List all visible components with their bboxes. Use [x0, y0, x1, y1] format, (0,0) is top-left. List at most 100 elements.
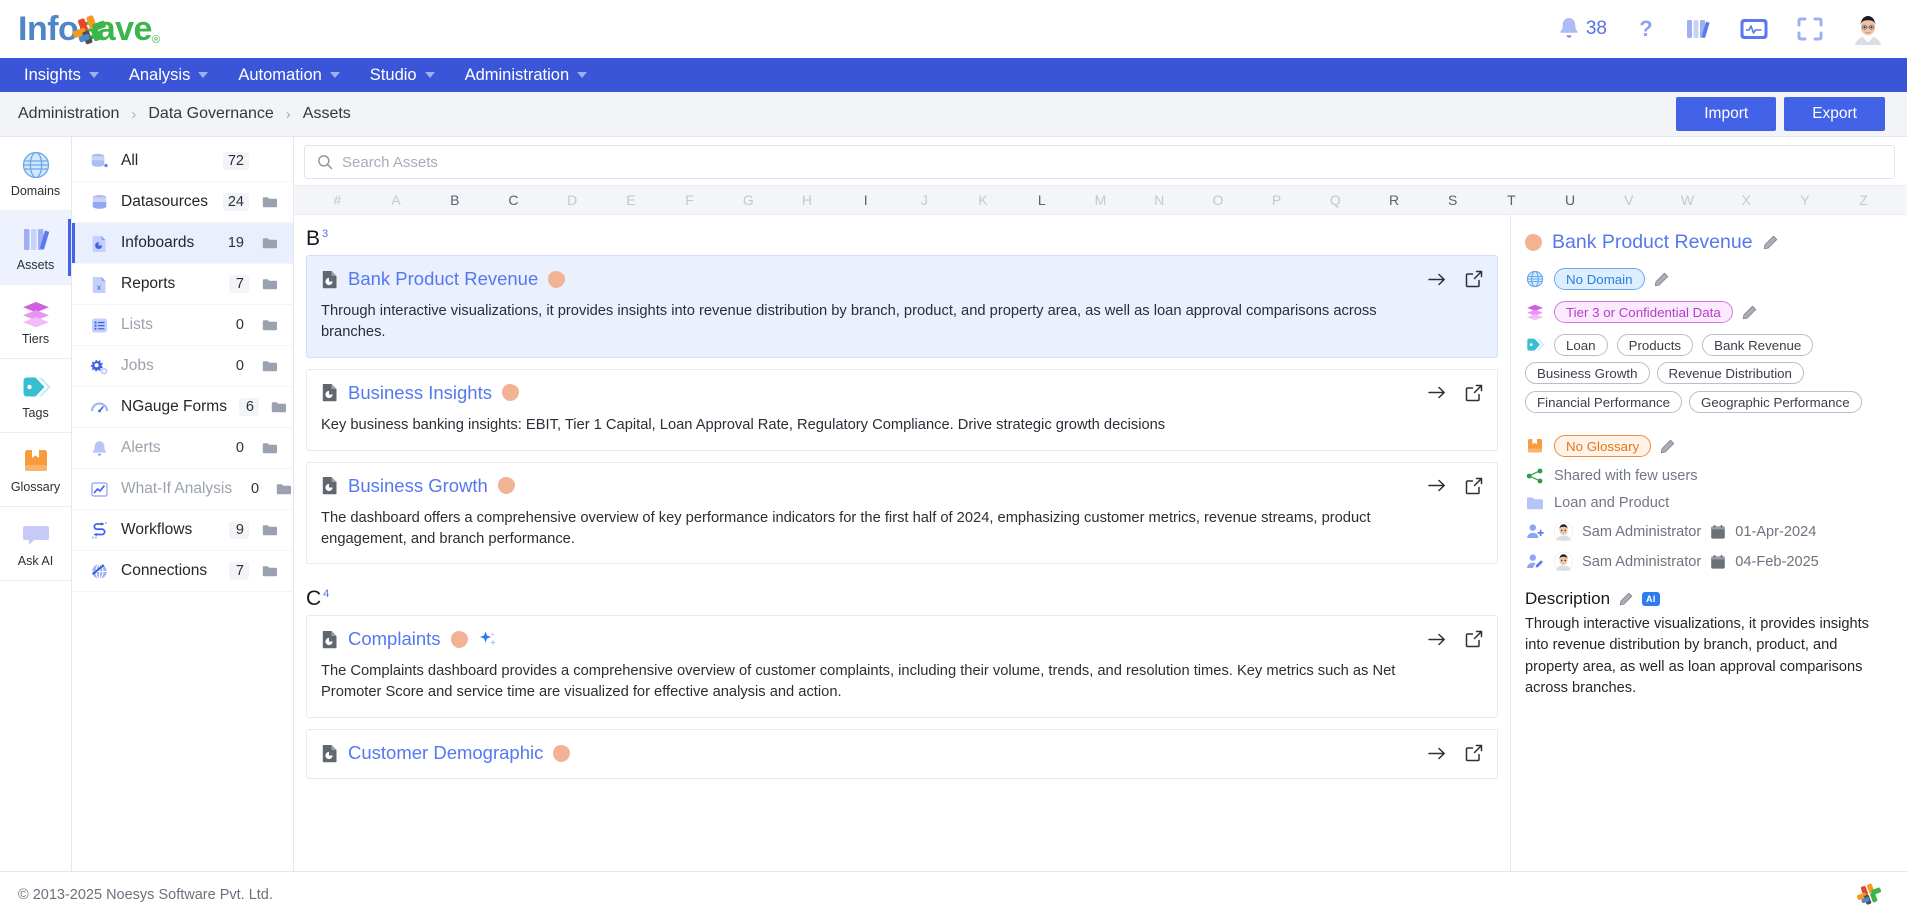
- fullscreen-icon[interactable]: [1797, 17, 1823, 41]
- rail-item-ask-ai[interactable]: Ask AI: [0, 507, 71, 581]
- folder-icon[interactable]: [261, 278, 279, 291]
- arrow-right-icon[interactable]: [1428, 385, 1447, 400]
- open-external-icon[interactable]: [1465, 744, 1483, 762]
- open-external-icon[interactable]: [1465, 477, 1483, 495]
- folder-icon[interactable]: [261, 524, 279, 537]
- alpha-p[interactable]: P: [1247, 192, 1306, 208]
- alpha-a[interactable]: A: [367, 192, 426, 208]
- glossary-chip[interactable]: No Glossary: [1554, 435, 1652, 457]
- card-title[interactable]: Business Growth: [348, 475, 488, 497]
- sidebar-item-all[interactable]: All 72: [72, 141, 293, 182]
- alpha-k[interactable]: K: [954, 192, 1013, 208]
- arrow-right-icon[interactable]: [1428, 272, 1447, 287]
- alpha-x[interactable]: X: [1717, 192, 1776, 208]
- alpha-n[interactable]: N: [1130, 192, 1189, 208]
- edit-pencil-icon[interactable]: [1742, 305, 1757, 320]
- alpha-t[interactable]: T: [1482, 192, 1541, 208]
- export-button[interactable]: Export: [1784, 97, 1885, 131]
- sidebar-item-lists[interactable]: Lists 0: [72, 305, 293, 346]
- alpha-l[interactable]: L: [1012, 192, 1071, 208]
- rail-item-assets[interactable]: Assets: [0, 211, 71, 285]
- alpha-c[interactable]: C: [484, 192, 543, 208]
- arrow-right-icon[interactable]: [1428, 632, 1447, 647]
- alpha-q[interactable]: Q: [1306, 192, 1365, 208]
- tag-chip[interactable]: Loan: [1554, 334, 1608, 356]
- open-external-icon[interactable]: [1465, 270, 1483, 288]
- alpha-y[interactable]: Y: [1776, 192, 1835, 208]
- tier-chip[interactable]: Tier 3 or Confidential Data: [1554, 301, 1733, 323]
- asset-card-customer-demographic[interactable]: Customer Demographic: [306, 729, 1498, 780]
- folder-icon[interactable]: [271, 401, 287, 414]
- edit-pencil-icon[interactable]: [1654, 272, 1669, 287]
- rail-item-domains[interactable]: Domains: [0, 137, 71, 211]
- card-title[interactable]: Customer Demographic: [348, 742, 543, 764]
- library-books-icon[interactable]: [1685, 17, 1711, 41]
- tag-chip[interactable]: Financial Performance: [1525, 391, 1683, 413]
- tag-chip[interactable]: Geographic Performance: [1689, 391, 1862, 413]
- tag-chip[interactable]: Revenue Distribution: [1656, 362, 1804, 384]
- asset-card-business-insights[interactable]: Business Insights Key business banking i…: [306, 368, 1498, 451]
- alpha-e[interactable]: E: [602, 192, 661, 208]
- asset-card-complaints[interactable]: Complaints The Complaints dashboard prov…: [306, 615, 1498, 719]
- alpha-hash[interactable]: #: [308, 192, 367, 208]
- ai-generate-icon[interactable]: AI: [1642, 592, 1660, 606]
- breadcrumb-item-assets[interactable]: Assets: [303, 105, 351, 123]
- sidebar-item-datasources[interactable]: Datasources 24: [72, 182, 293, 223]
- asset-cards-scroll[interactable]: B3 Bank Product Revenue Through interact…: [294, 215, 1510, 871]
- card-title[interactable]: Complaints: [348, 628, 441, 650]
- alpha-v[interactable]: V: [1599, 192, 1658, 208]
- folder-icon[interactable]: [261, 237, 279, 250]
- alpha-h[interactable]: H: [778, 192, 837, 208]
- asset-card-bank-product-revenue[interactable]: Bank Product Revenue Through interactive…: [306, 255, 1498, 358]
- arrow-right-icon[interactable]: [1428, 746, 1447, 761]
- tag-chip[interactable]: Business Growth: [1525, 362, 1650, 384]
- detail-asset-title[interactable]: Bank Product Revenue: [1552, 231, 1753, 254]
- alpha-r[interactable]: R: [1365, 192, 1424, 208]
- folder-icon[interactable]: [261, 360, 279, 373]
- alpha-u[interactable]: U: [1541, 192, 1600, 208]
- sidebar-item-connections[interactable]: Connections 7: [72, 551, 293, 592]
- alpha-i[interactable]: I: [836, 192, 895, 208]
- rail-item-glossary[interactable]: Glossary: [0, 433, 71, 507]
- breadcrumb-item-data-governance[interactable]: Data Governance: [148, 105, 273, 123]
- folder-icon[interactable]: [261, 442, 279, 455]
- alpha-g[interactable]: G: [719, 192, 778, 208]
- search-assets-box[interactable]: [304, 145, 1895, 179]
- folder-icon[interactable]: [276, 483, 292, 496]
- nav-item-analysis[interactable]: Analysis: [117, 62, 220, 89]
- help-question-icon[interactable]: ?: [1635, 16, 1657, 42]
- card-title[interactable]: Business Insights: [348, 382, 492, 404]
- alpha-s[interactable]: S: [1423, 192, 1482, 208]
- asset-card-business-growth[interactable]: Business Growth The dashboard offers a c…: [306, 461, 1498, 565]
- sidebar-item-ngauge-forms[interactable]: NGauge Forms 6: [72, 387, 293, 428]
- edit-pencil-icon[interactable]: [1763, 235, 1778, 250]
- search-input[interactable]: [342, 153, 1882, 171]
- nav-item-studio[interactable]: Studio: [358, 62, 447, 89]
- card-title[interactable]: Bank Product Revenue: [348, 268, 538, 290]
- tag-chip[interactable]: Bank Revenue: [1702, 334, 1814, 356]
- domain-chip[interactable]: No Domain: [1554, 268, 1645, 290]
- nav-item-insights[interactable]: Insights: [12, 62, 111, 89]
- alpha-b[interactable]: B: [425, 192, 484, 208]
- sidebar-item-reports[interactable]: x Reports 7: [72, 264, 293, 305]
- rail-item-tiers[interactable]: Tiers: [0, 285, 71, 359]
- alpha-z[interactable]: Z: [1834, 192, 1893, 208]
- folder-icon[interactable]: [261, 196, 279, 209]
- sidebar-item-infoboards[interactable]: Infoboards 19: [72, 223, 293, 264]
- rail-item-tags[interactable]: Tags: [0, 359, 71, 433]
- sidebar-item-alerts[interactable]: Alerts 0: [72, 428, 293, 469]
- sidebar-item-workflows[interactable]: Workflows 9: [72, 510, 293, 551]
- edit-pencil-icon[interactable]: [1660, 439, 1675, 454]
- alpha-f[interactable]: F: [660, 192, 719, 208]
- monitor-activity-icon[interactable]: [1739, 17, 1769, 41]
- import-button[interactable]: Import: [1676, 97, 1777, 131]
- breadcrumb-item-administration[interactable]: Administration: [18, 105, 119, 123]
- user-avatar[interactable]: [1851, 12, 1885, 46]
- alpha-o[interactable]: O: [1189, 192, 1248, 208]
- nav-item-administration[interactable]: Administration: [453, 62, 600, 89]
- arrow-right-icon[interactable]: [1428, 478, 1447, 493]
- sidebar-item-what-if-analysis[interactable]: What-If Analysis 0: [72, 469, 293, 510]
- notifications-bell-icon[interactable]: 38: [1557, 16, 1607, 42]
- alpha-w[interactable]: W: [1658, 192, 1717, 208]
- open-external-icon[interactable]: [1465, 630, 1483, 648]
